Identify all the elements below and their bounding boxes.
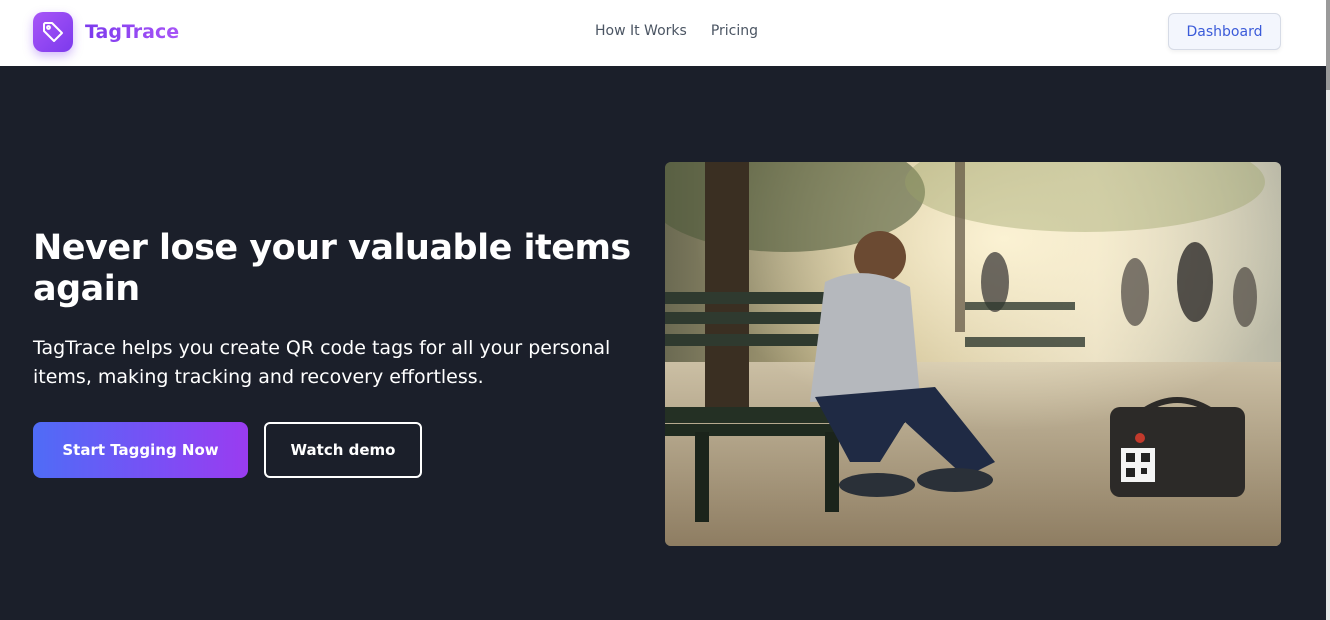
- hero-subtitle: TagTrace helps you create QR code tags f…: [33, 337, 611, 388]
- scrollbar-track[interactable]: [1326, 0, 1330, 620]
- hero-title: Never lose your valuable items again: [33, 228, 631, 309]
- top-navbar: TagTrace How It Works Pricing Dashboard: [0, 0, 1326, 66]
- watch-demo-button[interactable]: Watch demo: [264, 422, 422, 478]
- dashboard-button[interactable]: Dashboard: [1168, 13, 1281, 50]
- nav-link-pricing[interactable]: Pricing: [711, 23, 758, 39]
- start-tagging-button[interactable]: Start Tagging Now: [33, 422, 248, 478]
- brand-name: TagTrace: [85, 21, 180, 43]
- main-nav: How It Works Pricing: [595, 23, 758, 39]
- tag-icon: [33, 12, 73, 52]
- hero-image: [665, 162, 1281, 546]
- nav-link-how-it-works[interactable]: How It Works: [595, 23, 687, 39]
- brand-logo[interactable]: TagTrace: [33, 12, 179, 52]
- scrollbar-thumb[interactable]: [1326, 0, 1330, 90]
